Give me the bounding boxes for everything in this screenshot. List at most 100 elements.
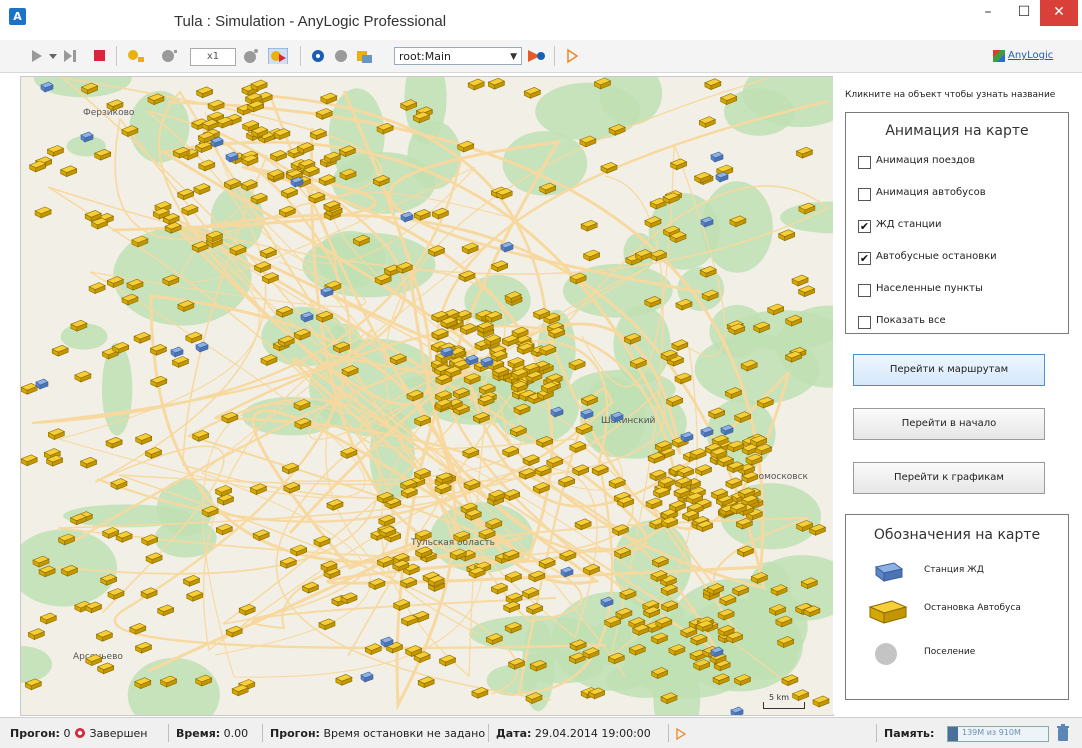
bus-stop-marker[interactable] [133, 331, 151, 344]
bus-stop-marker[interactable] [431, 328, 449, 341]
bus-stop-marker[interactable] [193, 183, 211, 195]
bus-stop-marker[interactable] [315, 108, 333, 120]
bus-stop-marker[interactable] [105, 436, 123, 449]
bus-stop-marker[interactable] [195, 86, 214, 99]
bus-stop-marker[interactable] [39, 612, 58, 625]
bus-stop-marker[interactable] [582, 249, 601, 262]
checkbox-box[interactable]: ✔ [858, 220, 871, 233]
bus-stop-marker[interactable] [456, 140, 475, 153]
close-button[interactable]: ✕ [1040, 0, 1078, 26]
bus-stop-marker[interactable] [259, 246, 278, 259]
bus-stop-marker[interactable] [675, 298, 693, 311]
bus-stop-marker[interactable] [238, 603, 256, 616]
speed-field[interactable]: x1 [190, 48, 236, 66]
bus-stop-marker[interactable] [559, 549, 577, 562]
bus-stop-marker[interactable] [21, 382, 38, 395]
navigate-icon[interactable] [268, 48, 288, 64]
bus-stop-marker[interactable] [194, 141, 213, 154]
bus-stop-marker[interactable] [417, 676, 435, 689]
bus-stop-marker[interactable] [198, 159, 216, 172]
bus-stop-marker[interactable] [79, 456, 98, 469]
bus-stop-marker[interactable] [521, 587, 540, 599]
bus-stop-marker[interactable] [557, 475, 576, 488]
bus-stop-marker[interactable] [59, 165, 78, 178]
bus-stop-marker[interactable] [182, 574, 201, 587]
bus-stop-marker[interactable] [431, 207, 450, 220]
bus-stop-marker[interactable] [225, 625, 243, 638]
bus-stop-marker[interactable] [795, 146, 814, 159]
bus-stop-marker[interactable] [704, 78, 722, 91]
bus-stop-marker[interactable] [698, 116, 717, 129]
bus-stop-marker[interactable] [438, 654, 457, 667]
bus-stop-marker[interactable] [600, 161, 618, 174]
checkbox-box[interactable] [858, 284, 871, 297]
bus-stop-marker[interactable] [725, 477, 743, 490]
bus-stop-marker[interactable] [471, 686, 489, 699]
bus-stop-marker[interactable] [129, 622, 147, 635]
go-to-routes-button[interactable]: Перейти к маршрутам [853, 354, 1045, 386]
checkbox-box[interactable] [858, 316, 871, 329]
bus-stop-marker[interactable] [645, 497, 663, 510]
rail-station-marker[interactable] [195, 341, 209, 353]
bus-stop-marker[interactable] [27, 628, 46, 641]
bus-stop-marker[interactable] [249, 483, 268, 496]
bus-stop-marker[interactable] [240, 179, 258, 192]
bus-stop-marker[interactable] [368, 578, 386, 590]
bus-stop-marker[interactable] [145, 552, 163, 565]
bus-stop-marker[interactable] [791, 689, 810, 702]
bus-stop-marker[interactable] [326, 498, 344, 511]
bus-stop-marker[interactable] [671, 339, 689, 352]
checkbox-box[interactable] [858, 188, 871, 201]
bus-stop-marker[interactable] [34, 206, 52, 219]
bus-stop-marker[interactable] [231, 684, 249, 697]
bus-stop-marker[interactable] [523, 86, 542, 99]
bus-stop-marker[interactable] [571, 464, 590, 477]
bus-stop-marker[interactable] [279, 556, 298, 569]
bus-stop-marker[interactable] [320, 92, 338, 105]
stop-icon[interactable] [92, 48, 106, 64]
bus-stop-marker[interactable] [340, 592, 358, 605]
map-view[interactable]: Ферзиково Шакинский Новомосковск Тульская о… [20, 76, 834, 716]
camera-icon[interactable] [332, 48, 350, 64]
bus-stop-marker[interactable] [427, 245, 446, 257]
bus-stop-marker[interactable] [74, 370, 92, 383]
rail-station-marker[interactable] [730, 706, 744, 715]
bus-stop-marker[interactable] [501, 445, 520, 458]
bus-stop-marker[interactable] [413, 208, 432, 221]
maximize-button[interactable]: ☐ [1008, 0, 1040, 26]
rail-station-marker[interactable] [710, 151, 724, 163]
bus-stop-marker[interactable] [96, 662, 115, 675]
bus-stop-marker[interactable] [546, 456, 564, 469]
bus-stop-marker[interactable] [252, 529, 270, 542]
bus-stop-marker[interactable] [694, 464, 713, 477]
bus-stop-marker[interactable] [467, 78, 485, 91]
bus-stop-marker[interactable] [134, 641, 153, 654]
bus-stop-marker[interactable] [46, 145, 65, 157]
bus-stop-marker[interactable] [21, 454, 38, 467]
bus-stop-marker[interactable] [340, 447, 358, 459]
bus-stop-marker[interactable] [525, 602, 544, 615]
anylogic-link[interactable]: AnyLogic [1008, 50, 1053, 61]
play-outline-icon[interactable] [676, 728, 686, 740]
bus-stop-marker[interactable] [171, 356, 190, 368]
bus-stop-marker[interactable] [777, 229, 796, 242]
run-dropdown-icon[interactable] [48, 48, 58, 64]
map-canvas[interactable]: ФерзиковоШакинскийНовомосковскТульская о… [21, 77, 833, 715]
toggle-icon[interactable] [526, 48, 546, 64]
go-to-charts-button[interactable]: Перейти к графикам [853, 462, 1045, 494]
speed-up-icon[interactable] [242, 48, 260, 64]
bus-stop-marker[interactable] [668, 500, 687, 513]
bus-stop-marker[interactable] [150, 375, 168, 388]
checkbox-box[interactable]: ✔ [858, 252, 871, 265]
trash-icon[interactable] [1056, 724, 1070, 742]
bus-stop-marker[interactable] [504, 571, 523, 583]
bus-stop-marker[interactable] [318, 618, 336, 631]
bus-stop-marker[interactable] [28, 160, 47, 173]
bus-stop-marker[interactable] [502, 601, 521, 614]
bus-stop-marker[interactable] [250, 79, 268, 92]
home-view-icon[interactable] [356, 48, 374, 64]
bus-stop-marker[interactable] [176, 188, 195, 201]
bus-stop-marker[interactable] [313, 535, 331, 548]
checkbox-box[interactable] [858, 156, 871, 169]
experiment-select[interactable]: root:Main ▼ [394, 47, 522, 65]
